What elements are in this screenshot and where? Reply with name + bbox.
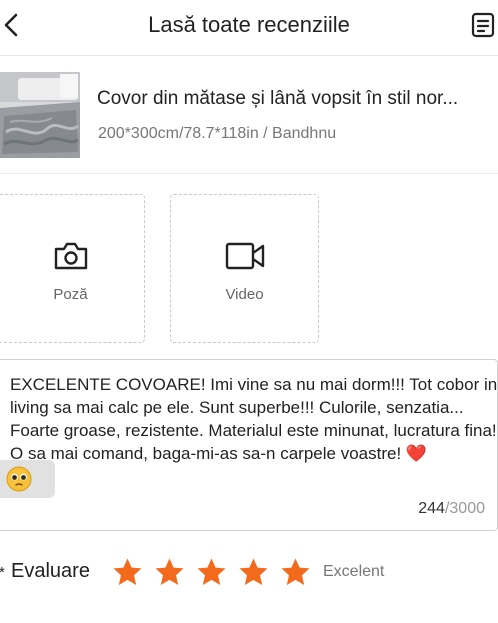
rating-word: Excelent (323, 563, 385, 580)
emoji-overlay (0, 460, 55, 498)
photo-label: Poză (53, 286, 88, 303)
product-variant: 200*300cm/78.7*118in / Bandhnu (98, 125, 337, 142)
page-title: Lasă toate recenziile (148, 12, 350, 37)
required-mark: * (0, 564, 5, 581)
add-photo-button[interactable]: Poză (0, 194, 145, 343)
product-name[interactable]: Covor din mătase și lână vopsit în stil … (97, 88, 497, 110)
star-5[interactable] (280, 557, 311, 587)
camera-icon (54, 242, 87, 270)
star-4[interactable] (238, 557, 269, 587)
star-1[interactable] (112, 557, 143, 587)
list-menu-icon[interactable] (471, 11, 495, 39)
product-thumbnail (0, 72, 80, 158)
character-max: /3000 (444, 500, 485, 517)
header: Lasă toate recenziile (0, 0, 498, 56)
video-label: Video (225, 286, 264, 303)
rating-row: * Evaluare Excelent (0, 552, 498, 592)
product-summary: Covor din mătase și lână vopsit în stil … (0, 56, 498, 174)
star-3[interactable] (196, 557, 227, 587)
pleading-face-icon (6, 466, 32, 492)
add-video-button[interactable]: Video (170, 194, 319, 343)
rating-label: Evaluare (11, 560, 90, 582)
star-2[interactable] (154, 557, 185, 587)
review-textarea[interactable]: EXCELENTE COVOARE! Imi vine sa nu mai do… (0, 359, 498, 531)
character-counter: 244/3000 (418, 500, 485, 518)
review-text: EXCELENTE COVOARE! Imi vine sa nu mai do… (10, 375, 498, 463)
character-count: 244 (418, 500, 445, 517)
video-camera-icon (225, 242, 264, 270)
